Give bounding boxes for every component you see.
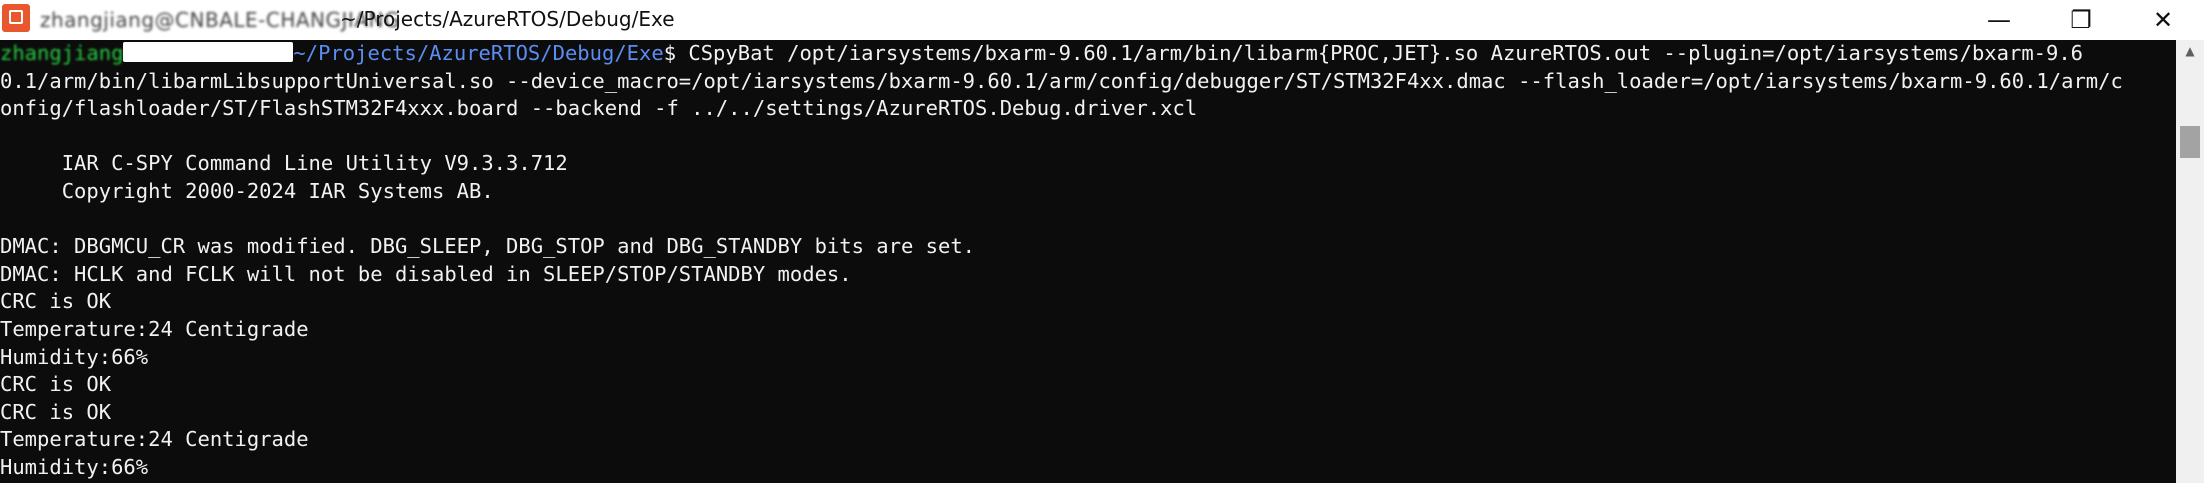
command-line: zhangjiang ~/Projects/AzureRTOS/Debug/Exe… <box>0 40 2123 68</box>
output-line: CRC is OK <box>0 399 112 424</box>
window-title-path: ~/Projects/AzureRTOS/Debug/Exe <box>340 7 675 31</box>
terminal-app-icon[interactable] <box>2 4 30 32</box>
maximize-icon: ❐ <box>2070 6 2092 34</box>
title-bar[interactable]: zhangjiang@CNBALE-CHANGJIANG ~/Projects/… <box>0 0 2204 40</box>
output-line: Humidity:66% <box>0 454 149 479</box>
prompt-symbol: $ <box>663 41 677 65</box>
output-line: CRC is OK <box>0 289 112 314</box>
output-line: Copyright 2000-2024 IAR Systems AB. <box>0 178 494 203</box>
output-line: IAR C-SPY Command Line Utility V9.3.3.71… <box>0 151 568 176</box>
scroll-up-button[interactable]: ▲ <box>2176 40 2204 62</box>
prompt-path: ~/Projects/AzureRTOS/Debug/Exe <box>293 41 664 65</box>
command-line-wrap: onfig/flashloader/ST/FlashSTM32F4xxx.boa… <box>0 96 1198 121</box>
output-line: Humidity:66% <box>0 344 149 369</box>
output-line: CRC is OK <box>0 372 112 397</box>
output-line: Temperature:24 Centigrade <box>0 316 309 341</box>
terminal-window: zhangjiang@CNBALE-CHANGJIANG ~/Projects/… <box>0 0 2204 483</box>
output-line: DMAC: HCLK and FCLK will not be disabled… <box>0 261 852 286</box>
terminal-output[interactable]: zhangjiang ~/Projects/AzureRTOS/Debug/Exe… <box>0 40 2176 483</box>
output-line: Temperature:24 Centigrade <box>0 427 309 452</box>
output-line: DMAC: DBGMCU_CR was modified. DBG_SLEEP,… <box>0 234 976 259</box>
minimize-button[interactable]: — <box>1964 0 2034 40</box>
close-button[interactable]: ✕ <box>2128 0 2198 40</box>
scroll-up-icon: ▲ <box>2185 44 2195 58</box>
vertical-scrollbar[interactable]: ▲ <box>2176 40 2204 483</box>
command-line-wrap: 0.1/arm/bin/libarmLibsupportUniversal.so… <box>0 68 2123 93</box>
close-icon: ✕ <box>2152 6 2174 34</box>
maximize-button[interactable]: ❐ <box>2046 0 2116 40</box>
scroll-thumb[interactable] <box>2180 126 2200 158</box>
prompt-user: zhangjiang <box>0 41 124 65</box>
redacted-hostname <box>123 42 294 62</box>
minimize-icon: — <box>1987 6 2011 34</box>
command-text: CSpyBat /opt/iarsystems/bxarm-9.60.1/arm… <box>676 41 2084 65</box>
